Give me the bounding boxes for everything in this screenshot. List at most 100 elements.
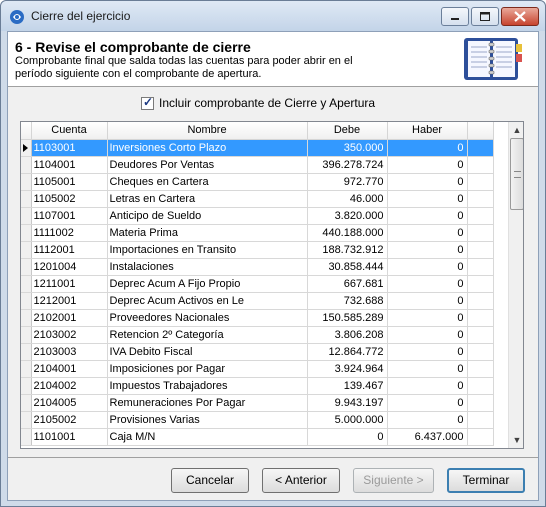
row-indicator[interactable] [21,207,32,225]
cell-debe[interactable]: 46.000 [307,190,388,208]
cell-haber[interactable]: 0 [387,411,468,429]
cell-cuenta[interactable]: 1107001 [31,207,108,225]
row-indicator[interactable] [21,173,32,191]
row-indicator[interactable] [21,428,32,446]
cell-cuenta[interactable]: 1105002 [31,190,108,208]
cell-cuenta[interactable]: 1104001 [31,156,108,174]
cell-nombre[interactable]: Deprec Acum Activos en Le [107,292,308,310]
cell-nombre[interactable]: Anticipo de Sueldo [107,207,308,225]
cell-nombre[interactable]: Proveedores Nacionales [107,309,308,327]
scroll-down-icon[interactable]: ▼ [509,432,523,448]
cell-haber[interactable]: 0 [387,190,468,208]
row-indicator[interactable] [21,156,32,174]
cell-debe[interactable]: 30.858.444 [307,258,388,276]
cell-haber[interactable]: 0 [387,309,468,327]
row-indicator[interactable] [21,360,32,378]
row-indicator[interactable] [21,190,32,208]
cell-nombre[interactable]: Cheques en Cartera [107,173,308,191]
table-row[interactable]: 2102001 Proveedores Nacionales 150.585.289… [21,309,494,327]
cell-debe[interactable]: 732.688 [307,292,388,310]
cell-haber[interactable]: 0 [387,173,468,191]
table-row[interactable]: 1105002 Letras en Cartera 46.000 0 [21,190,494,208]
cell-cuenta[interactable]: 1112001 [31,241,108,259]
cell-debe[interactable]: 3.820.000 [307,207,388,225]
cell-cuenta[interactable]: 2105002 [31,411,108,429]
row-indicator[interactable] [21,139,32,157]
cell-debe[interactable]: 139.467 [307,377,388,395]
close-button[interactable] [501,7,539,26]
table-row[interactable]: 1112001 Importaciones en Transito 188.732.… [21,241,494,259]
cell-haber[interactable]: 0 [387,292,468,310]
cell-nombre[interactable]: Impuestos Trabajadores [107,377,308,395]
table-row[interactable]: 1101001 Caja M/N 0 6.437.000 [21,428,494,446]
cell-cuenta[interactable]: 1101001 [31,428,108,446]
cell-cuenta[interactable]: 2103003 [31,343,108,361]
table-row[interactable]: 1211001 Deprec Acum A Fijo Propio 667.681 0 [21,275,494,293]
cell-debe[interactable]: 667.681 [307,275,388,293]
cell-cuenta[interactable]: 1111002 [31,224,108,242]
row-indicator[interactable] [21,275,32,293]
cancel-button[interactable]: Cancelar [171,468,249,493]
cell-debe[interactable]: 3.806.208 [307,326,388,344]
cell-haber[interactable]: 0 [387,139,468,157]
table-row[interactable]: 1104001 Deudores Por Ventas 396.278.724 0 [21,156,494,174]
cell-cuenta[interactable]: 2104005 [31,394,108,412]
cell-cuenta[interactable]: 1211001 [31,275,108,293]
cell-nombre[interactable]: Deprec Acum A Fijo Propio [107,275,308,293]
cell-debe[interactable]: 972.770 [307,173,388,191]
table-row[interactable]: 2103003 IVA Debito Fiscal 12.864.772 0 [21,343,494,361]
cell-nombre[interactable]: Importaciones en Transito [107,241,308,259]
cell-debe[interactable]: 0 [307,428,388,446]
cell-nombre[interactable]: Deudores Por Ventas [107,156,308,174]
table-row[interactable]: 1103001 Inversiones Corto Plazo 350.000 0 [21,139,494,157]
cell-haber[interactable]: 0 [387,207,468,225]
cell-haber[interactable]: 0 [387,241,468,259]
column-header-haber[interactable]: Haber [387,122,468,140]
cell-cuenta[interactable]: 2102001 [31,309,108,327]
row-indicator[interactable] [21,258,32,276]
cell-debe[interactable]: 150.585.289 [307,309,388,327]
cell-haber[interactable]: 0 [387,326,468,344]
cell-cuenta[interactable]: 2104001 [31,360,108,378]
cell-debe[interactable]: 350.000 [307,139,388,157]
cell-haber[interactable]: 0 [387,275,468,293]
minimize-button[interactable] [441,7,469,26]
cell-haber[interactable]: 0 [387,224,468,242]
cell-haber[interactable]: 6.437.000 [387,428,468,446]
column-header-cuenta[interactable]: Cuenta [31,122,108,140]
cell-cuenta[interactable]: 1105001 [31,173,108,191]
cell-haber[interactable]: 0 [387,360,468,378]
table-row[interactable]: 1201004 Instalaciones 30.858.444 0 [21,258,494,276]
cell-cuenta[interactable]: 1201004 [31,258,108,276]
next-button[interactable]: Siguiente > [353,468,434,493]
cell-nombre[interactable]: Inversiones Corto Plazo [107,139,308,157]
cell-debe[interactable]: 9.943.197 [307,394,388,412]
table-row[interactable]: 2105002 Provisiones Varias 5.000.000 0 [21,411,494,429]
table-row[interactable]: 1107001 Anticipo de Sueldo 3.820.000 0 [21,207,494,225]
cell-cuenta[interactable]: 1212001 [31,292,108,310]
table-row[interactable]: 1111002 Materia Prima 440.188.000 0 [21,224,494,242]
cell-debe[interactable]: 5.000.000 [307,411,388,429]
cell-haber[interactable]: 0 [387,258,468,276]
closing-entries-grid[interactable]: Cuenta Nombre Debe Haber 1103001 Inversio… [20,121,524,449]
cell-nombre[interactable]: IVA Debito Fiscal [107,343,308,361]
cell-debe[interactable]: 188.732.912 [307,241,388,259]
cell-nombre[interactable]: Retencion 2º Categoría [107,326,308,344]
row-indicator[interactable] [21,394,32,412]
cell-cuenta[interactable]: 1103001 [31,139,108,157]
cell-haber[interactable]: 0 [387,394,468,412]
vertical-scrollbar[interactable]: ▲ ▼ [508,122,523,448]
row-indicator[interactable] [21,241,32,259]
row-indicator[interactable] [21,224,32,242]
finish-button[interactable]: Terminar [447,468,525,493]
maximize-button[interactable] [471,7,499,26]
cell-nombre[interactable]: Imposiciones por Pagar [107,360,308,378]
scroll-up-icon[interactable]: ▲ [509,122,523,138]
cell-haber[interactable]: 0 [387,377,468,395]
column-header-nombre[interactable]: Nombre [107,122,308,140]
cell-nombre[interactable]: Remuneraciones Por Pagar [107,394,308,412]
scroll-thumb[interactable] [510,138,523,210]
row-indicator[interactable] [21,343,32,361]
row-indicator[interactable] [21,326,32,344]
row-indicator[interactable] [21,309,32,327]
